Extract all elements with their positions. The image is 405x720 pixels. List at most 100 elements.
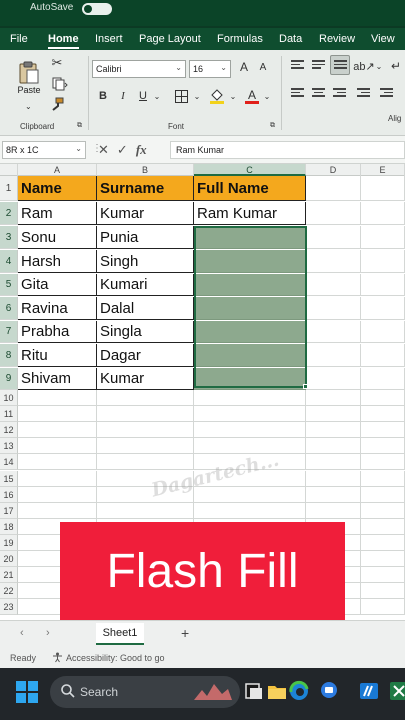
empty-cell[interactable] bbox=[97, 422, 194, 439]
surname-cell[interactable]: Dagar bbox=[97, 344, 194, 367]
row-header[interactable]: 23 bbox=[0, 599, 18, 616]
row-header[interactable]: 11 bbox=[0, 406, 18, 423]
name-cell[interactable]: Prabha bbox=[18, 321, 97, 343]
surname-cell[interactable]: Dalal bbox=[97, 297, 194, 320]
empty-cell[interactable] bbox=[306, 390, 361, 407]
row-header[interactable]: 13 bbox=[0, 438, 18, 455]
chevron-down-icon[interactable]: ⌄ bbox=[192, 88, 202, 104]
chevron-down-icon[interactable]: ⌄ bbox=[152, 88, 162, 104]
empty-cell[interactable] bbox=[361, 406, 405, 423]
empty-cell[interactable] bbox=[306, 250, 361, 273]
wrap-text-icon[interactable]: ↵ bbox=[389, 58, 403, 74]
font-name-select[interactable]: Calibri ⌄ bbox=[92, 60, 186, 78]
empty-cell[interactable] bbox=[97, 438, 194, 455]
windows-start-icon[interactable] bbox=[16, 681, 38, 703]
empty-cell[interactable] bbox=[361, 274, 405, 296]
empty-cell[interactable] bbox=[361, 438, 405, 455]
clipboard-launcher-icon[interactable]: ⧉ bbox=[77, 122, 82, 130]
header-cell[interactable]: Surname bbox=[97, 176, 194, 201]
chevron-down-icon[interactable]: ⌄ bbox=[262, 88, 272, 104]
empty-cell[interactable] bbox=[361, 551, 405, 568]
insert-function-button[interactable]: fx bbox=[136, 142, 147, 158]
empty-cell[interactable] bbox=[194, 502, 306, 519]
empty-cell[interactable] bbox=[306, 502, 361, 519]
row-header[interactable]: 8 bbox=[0, 344, 18, 367]
empty-cell[interactable] bbox=[18, 486, 97, 503]
align-middle-icon[interactable] bbox=[312, 60, 325, 70]
fill-color-button[interactable] bbox=[208, 86, 226, 106]
empty-cell[interactable] bbox=[361, 567, 405, 584]
tab-review[interactable]: Review bbox=[319, 33, 355, 45]
chevron-down-icon[interactable]: ⌄ bbox=[375, 58, 383, 74]
row-header[interactable]: 2 bbox=[0, 202, 18, 225]
row-header[interactable]: 10 bbox=[0, 390, 18, 407]
empty-cell[interactable] bbox=[194, 438, 306, 455]
orientation-icon[interactable]: ab↗ bbox=[353, 58, 374, 74]
name-cell[interactable]: Ravina bbox=[18, 297, 97, 320]
empty-cell[interactable] bbox=[306, 274, 361, 296]
chat-icon[interactable] bbox=[318, 680, 340, 702]
empty-cell[interactable] bbox=[306, 470, 361, 487]
empty-cell[interactable] bbox=[194, 422, 306, 439]
empty-cell[interactable] bbox=[97, 406, 194, 423]
full-name-cell[interactable]: Ram Kumar bbox=[194, 202, 306, 225]
align-left-icon[interactable] bbox=[291, 88, 304, 98]
row-header[interactable]: 20 bbox=[0, 551, 18, 568]
column-header-e[interactable]: E bbox=[361, 164, 405, 176]
font-size-select[interactable]: 16 ⌄ bbox=[189, 60, 231, 78]
column-header-c[interactable]: C bbox=[194, 164, 306, 176]
empty-cell[interactable] bbox=[306, 406, 361, 423]
empty-cell[interactable] bbox=[306, 454, 361, 471]
increase-indent-icon[interactable] bbox=[380, 88, 393, 98]
align-top-icon[interactable] bbox=[291, 60, 304, 70]
row-header[interactable]: 21 bbox=[0, 567, 18, 584]
borders-button[interactable] bbox=[172, 88, 190, 104]
empty-cell[interactable] bbox=[361, 534, 405, 551]
row-header[interactable]: 17 bbox=[0, 502, 18, 519]
file-explorer-icon[interactable] bbox=[266, 680, 288, 702]
tab-data[interactable]: Data bbox=[279, 33, 302, 45]
cancel-icon[interactable]: ✕ bbox=[98, 142, 109, 158]
decrease-indent-icon[interactable] bbox=[357, 88, 370, 98]
autosave-toggle[interactable] bbox=[82, 3, 112, 15]
tab-insert[interactable]: Insert bbox=[95, 33, 123, 45]
shrink-font-button[interactable]: A bbox=[255, 59, 271, 75]
font-launcher-icon[interactable]: ⧉ bbox=[270, 122, 275, 130]
empty-cell[interactable] bbox=[18, 406, 97, 423]
excel-app-icon[interactable] bbox=[388, 680, 405, 702]
surname-cell[interactable]: Kumari bbox=[97, 274, 194, 296]
row-header[interactable]: 3 bbox=[0, 226, 18, 249]
row-header[interactable]: 14 bbox=[0, 454, 18, 471]
row-header[interactable]: 6 bbox=[0, 297, 18, 320]
surname-cell[interactable]: Punia bbox=[97, 226, 194, 249]
row-header[interactable]: 22 bbox=[0, 583, 18, 600]
full-name-cell[interactable] bbox=[194, 344, 306, 367]
name-cell[interactable]: Shivam bbox=[18, 368, 97, 390]
paste-button[interactable]: Paste bbox=[14, 58, 44, 98]
empty-cell[interactable] bbox=[306, 438, 361, 455]
empty-cell[interactable] bbox=[18, 470, 97, 487]
empty-cell[interactable] bbox=[306, 297, 361, 320]
underline-button[interactable]: U bbox=[136, 88, 150, 104]
tab-page-layout[interactable]: Page Layout bbox=[139, 33, 201, 45]
store-icon[interactable] bbox=[358, 680, 380, 702]
edge-browser-icon[interactable] bbox=[288, 680, 310, 702]
row-header[interactable]: 15 bbox=[0, 470, 18, 487]
empty-cell[interactable] bbox=[361, 470, 405, 487]
empty-cell[interactable] bbox=[18, 438, 97, 455]
full-name-cell[interactable] bbox=[194, 321, 306, 343]
empty-cell[interactable] bbox=[18, 422, 97, 439]
empty-cell[interactable] bbox=[194, 406, 306, 423]
sheet-prev-icon[interactable]: ‹ bbox=[20, 627, 24, 639]
empty-cell[interactable] bbox=[306, 202, 361, 225]
paste-dropdown-icon[interactable]: ⌄ bbox=[25, 102, 32, 111]
empty-cell[interactable] bbox=[18, 390, 97, 407]
empty-cell[interactable] bbox=[361, 176, 405, 201]
full-name-cell[interactable] bbox=[194, 226, 306, 249]
tab-view[interactable]: View bbox=[371, 33, 395, 45]
formula-input[interactable]: Ram Kumar bbox=[170, 141, 405, 159]
empty-cell[interactable] bbox=[306, 344, 361, 367]
row-header[interactable]: 1 bbox=[0, 176, 18, 201]
enter-icon[interactable]: ✓ bbox=[117, 142, 128, 158]
row-header[interactable]: 16 bbox=[0, 486, 18, 503]
